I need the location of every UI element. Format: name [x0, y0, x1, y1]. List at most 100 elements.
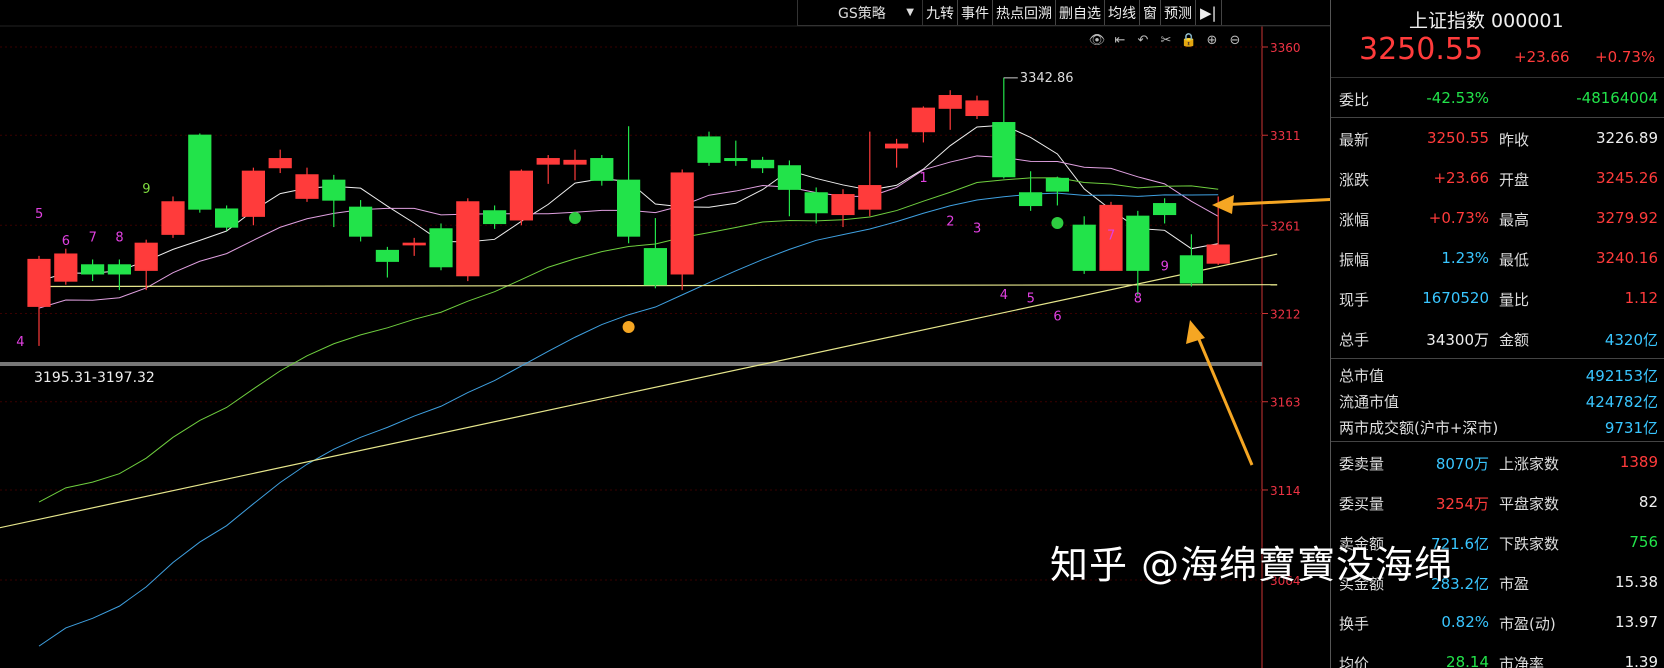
candlestick	[188, 133, 212, 213]
nine-turn-label: 5	[35, 207, 43, 222]
quote-row: 总手 34300万 金额 4320亿	[1331, 318, 1664, 358]
quote-label: 金额	[1499, 331, 1530, 349]
strategy-label: GS策略	[838, 5, 886, 22]
quote-value: 8070万	[1435, 455, 1489, 473]
candle-body	[349, 206, 373, 237]
forecast-button[interactable]: 预测	[1161, 0, 1196, 25]
hotspot-review-button[interactable]: 热点回溯	[993, 0, 1056, 25]
candle-body	[456, 201, 480, 277]
quote-label: 市净率	[1499, 655, 1545, 668]
moving-average-button[interactable]: 均线	[1105, 0, 1140, 25]
candle-body	[938, 95, 962, 109]
candlestick	[80, 259, 105, 282]
nine-turn-label: 8	[1134, 292, 1142, 307]
candle-body	[563, 159, 587, 165]
candlestick	[54, 248, 78, 285]
candle-body	[992, 122, 1016, 178]
candlestick	[268, 149, 292, 174]
zoom-out-icon[interactable]: ⊖	[1226, 31, 1244, 49]
y-tick-label: 3360	[1270, 41, 1301, 55]
y-tick-label: 3311	[1270, 129, 1301, 143]
candle-body	[643, 248, 668, 286]
zoom-in-icon[interactable]: ⊕	[1203, 31, 1221, 49]
candle-body	[1072, 224, 1096, 271]
quote-value: 1.39	[1624, 653, 1658, 668]
quote-row: 涨幅 +0.73% 最高 3279.92	[1331, 198, 1664, 238]
candle-body	[429, 228, 453, 268]
quote-value: 3240.16	[1595, 249, 1658, 267]
candle-body	[107, 264, 132, 275]
nine-turn-label: 8	[115, 230, 123, 245]
ma30-line	[38, 192, 1219, 647]
candle-body	[188, 134, 212, 210]
high-marker-label: 3342.86	[1020, 71, 1074, 86]
chevron-down-icon: ▼	[906, 7, 914, 18]
quote-row: 涨跌 +23.66 开盘 3245.26	[1331, 158, 1664, 198]
y-tick-label: 3212	[1270, 308, 1301, 322]
quote-value: 13.97	[1615, 613, 1658, 631]
lock-icon[interactable]: 🔒	[1180, 31, 1198, 49]
quote-value: 34300万	[1426, 331, 1489, 349]
quote-row: 委比 -42.53% -48164004	[1331, 78, 1664, 118]
candlestick	[563, 149, 587, 181]
quote-label: 上涨家数	[1499, 455, 1560, 473]
quote-label: 委卖量	[1339, 455, 1385, 473]
quote-label: 最新	[1339, 131, 1370, 149]
strategy-dropdown[interactable]: GS策略 ▼	[798, 0, 923, 25]
quote-value: 28.14	[1446, 653, 1489, 668]
candlestick	[1045, 176, 1070, 206]
candle-body	[80, 264, 105, 275]
candlestick	[938, 90, 962, 130]
quote-value: 3279.92	[1595, 209, 1658, 227]
candlestick	[107, 259, 132, 291]
candlestick	[884, 138, 909, 168]
candle-body	[911, 107, 936, 133]
y-tick-label: 3261	[1270, 219, 1301, 233]
candlestick	[858, 131, 882, 217]
quote-value: 82	[1638, 493, 1658, 511]
price-change: +23.66	[1514, 48, 1570, 66]
candlestick	[295, 167, 319, 202]
y-tick-label: 3163	[1270, 396, 1301, 410]
candle-body	[697, 136, 721, 163]
annotation-arrowhead-icon	[1186, 320, 1205, 344]
candlestick	[697, 131, 721, 166]
event-marker-icon	[569, 212, 581, 224]
candlestick	[402, 237, 426, 256]
collapse-panel-icon[interactable]: ▶|	[1196, 0, 1222, 25]
candle-body	[161, 201, 185, 235]
cut-icon[interactable]: ✂	[1157, 31, 1175, 49]
eye-icon[interactable]: 👁	[1088, 31, 1106, 49]
window-button[interactable]: 窗	[1140, 0, 1161, 25]
candle-body	[134, 242, 158, 271]
remove-watchlist-button[interactable]: 删自选	[1056, 0, 1105, 25]
current-price: 3250.55	[1359, 32, 1484, 67]
arrow-left-icon[interactable]: ⇤	[1111, 31, 1129, 49]
candlestick	[27, 255, 51, 346]
market-label: 两市成交额(沪市+深市)	[1339, 419, 1499, 437]
candlestick	[777, 160, 802, 217]
nine-turn-label: 3	[973, 221, 981, 236]
quote-label: 涨跌	[1339, 171, 1370, 189]
candle-body	[375, 249, 399, 262]
candlestick	[1152, 198, 1177, 224]
nine-turn-label: 1	[919, 171, 927, 186]
annotation-arrow-line	[1217, 197, 1330, 207]
candle-body	[1045, 177, 1070, 192]
candlestick	[429, 223, 453, 271]
quote-label: 均价	[1339, 655, 1370, 668]
nine-turn-label: 6	[62, 234, 70, 249]
rising-support-line	[0, 253, 1278, 529]
candlestick	[161, 196, 185, 238]
candlestick	[1179, 234, 1204, 287]
annotation-arrowhead-icon	[1212, 195, 1234, 214]
candlestick	[509, 169, 533, 226]
quote-label: 涨幅	[1339, 211, 1370, 229]
quote-row: 现手 1670520 量比 1.12	[1331, 278, 1664, 318]
nine-turn-button[interactable]: 九转	[923, 0, 958, 25]
quote-label: 委买量	[1339, 495, 1385, 513]
candlestick	[1018, 171, 1043, 211]
undo-icon[interactable]: ↶	[1134, 31, 1152, 49]
candle-body	[215, 208, 239, 228]
event-button[interactable]: 事件	[958, 0, 993, 25]
